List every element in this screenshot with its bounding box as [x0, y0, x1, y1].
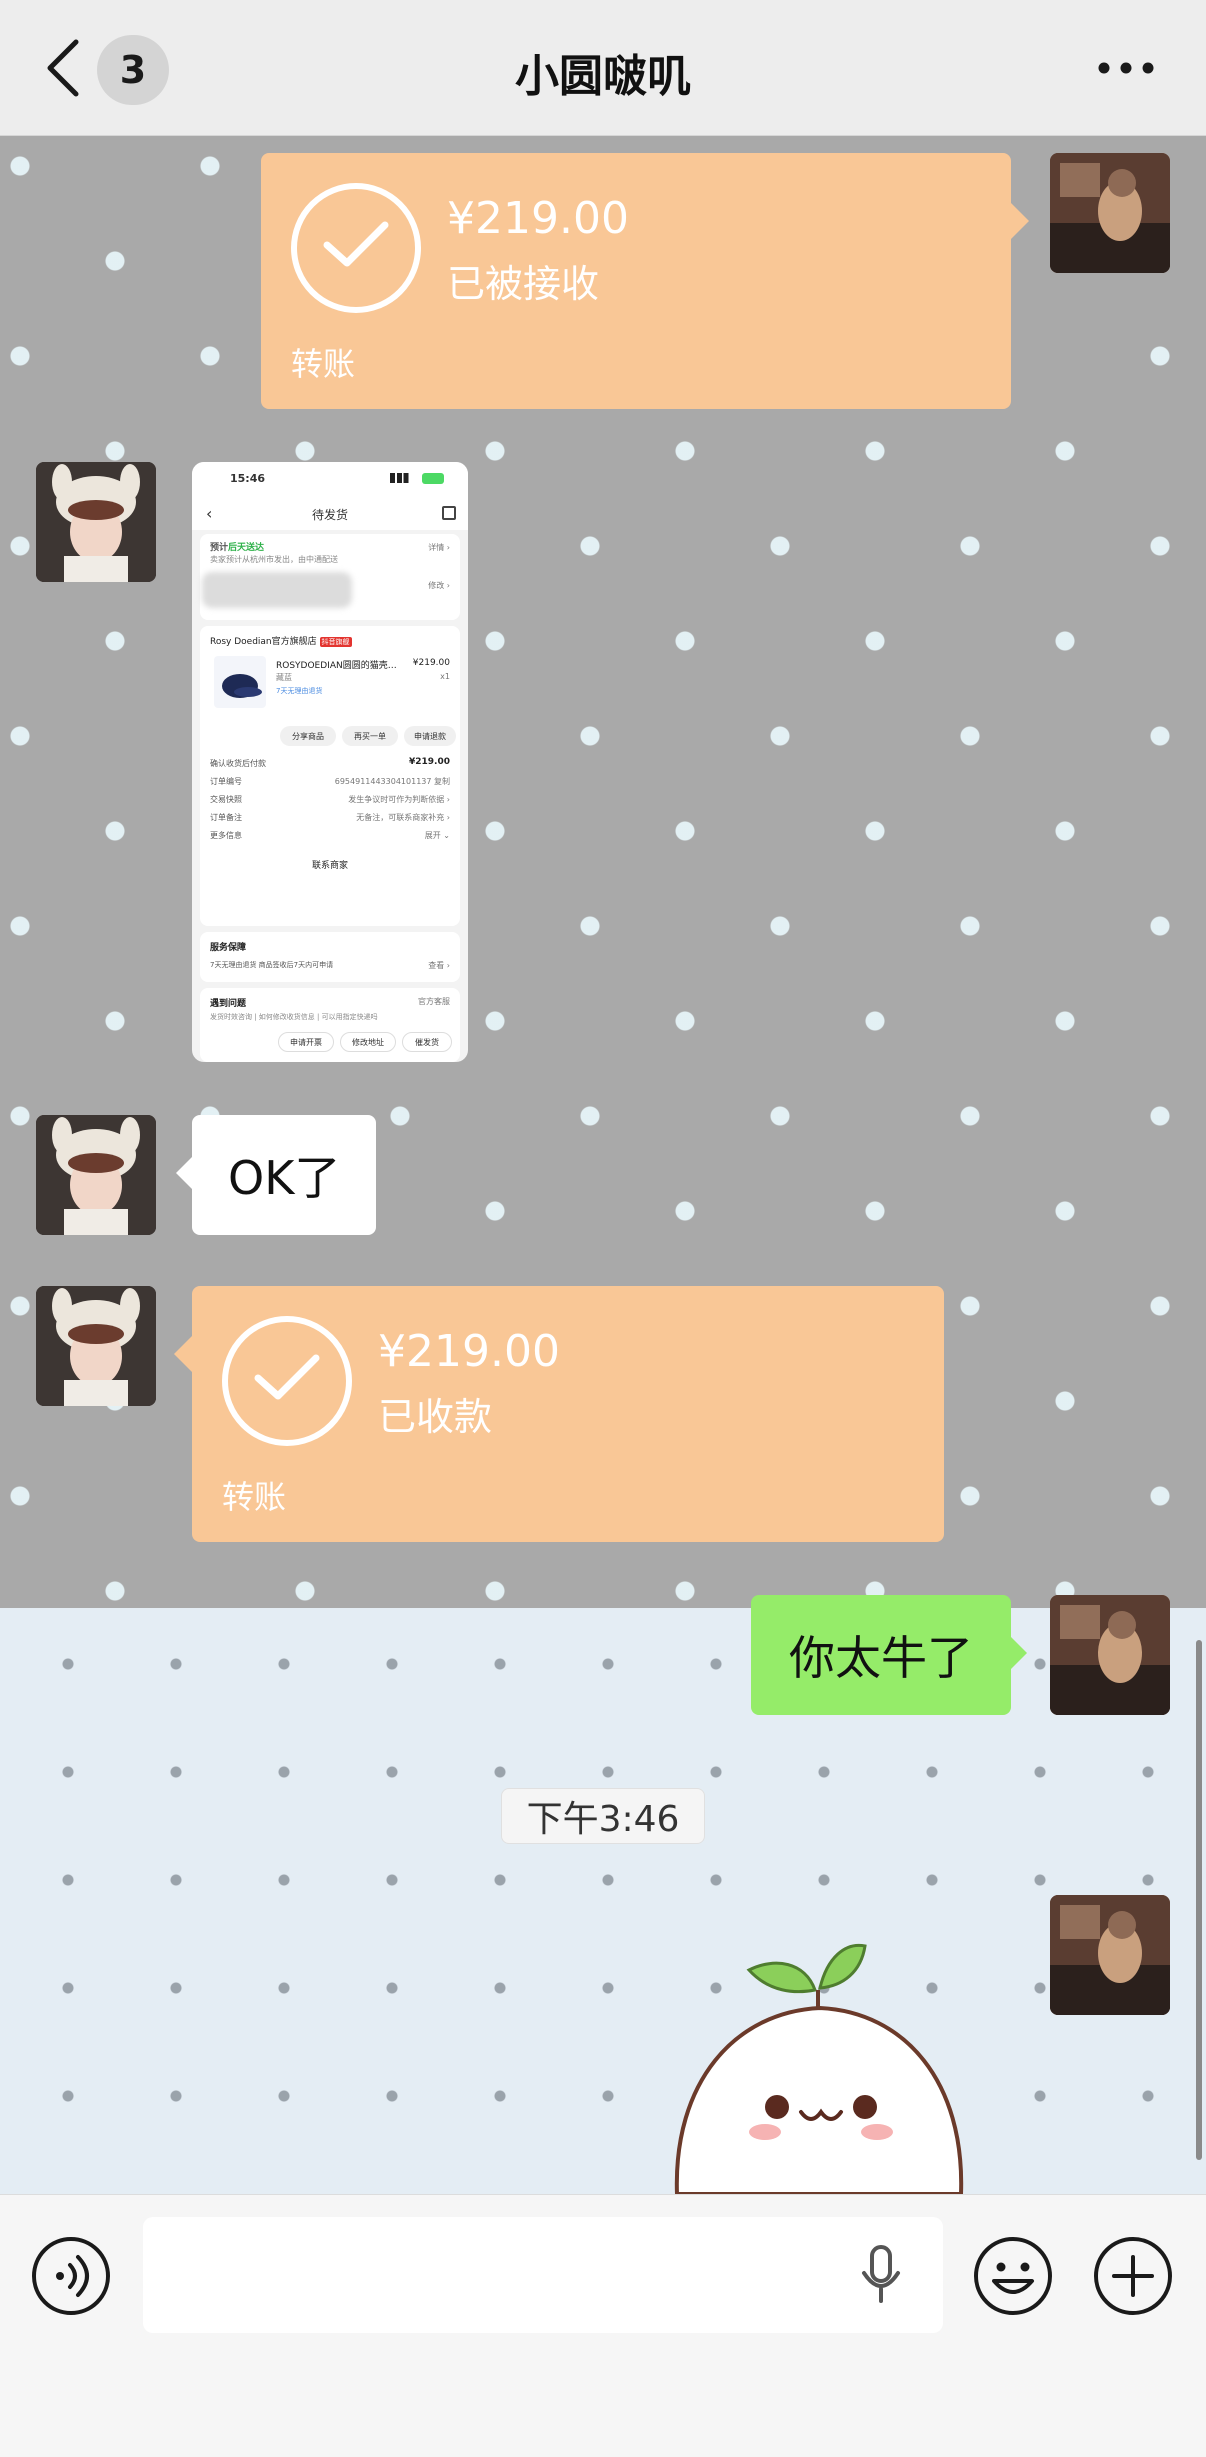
- plus-icon[interactable]: [1092, 2235, 1174, 2317]
- voice-icon[interactable]: [30, 2235, 112, 2317]
- service-line: 7天无理由退货 商品签收后7天内可申请: [210, 961, 334, 969]
- share-product-button: 分享商品: [280, 726, 336, 746]
- mic-icon[interactable]: [859, 2245, 903, 2305]
- blurred-address: [202, 572, 352, 608]
- order-value: 6954911443304101137 复制: [334, 777, 450, 786]
- my-avatar[interactable]: [1050, 1895, 1170, 2015]
- transfer-label: 转账: [222, 1478, 287, 1516]
- eta-detail-link: 详情 ›: [428, 543, 450, 552]
- transfer-received-bubble[interactable]: ¥219.00 已收款 转账: [174, 1286, 944, 1542]
- trade-label: 交易快照: [210, 795, 242, 804]
- chat-background-dots: [0, 1608, 1206, 2194]
- trade-value: 发生争议时可作为判断依据 ›: [348, 795, 450, 804]
- modify-address-button: 修改地址: [340, 1032, 396, 1052]
- message-timestamp: 下午3:46: [501, 1788, 705, 1844]
- issue-link: 官方客服: [418, 997, 450, 1006]
- input-bar: [0, 2194, 1206, 2457]
- more-info-label: 更多信息: [210, 831, 242, 840]
- order-label: 订单编号: [210, 777, 242, 786]
- more-info-value: 展开 ⌄: [424, 831, 450, 840]
- message-bubble-ok[interactable]: OK了: [175, 1115, 377, 1235]
- product-name: ROSYDOEDIAN圆圆的猫壳…: [276, 661, 397, 671]
- issue-title: 遇到问题: [210, 999, 247, 1009]
- paid-label: 确认收货后付款: [210, 759, 266, 768]
- my-avatar[interactable]: [1050, 153, 1170, 273]
- modify-link: 修改 ›: [428, 581, 450, 590]
- chat-header: 3 小圆啵叽: [0, 0, 1206, 136]
- emoji-icon[interactable]: [972, 2235, 1054, 2317]
- product-qty: x1: [440, 672, 450, 681]
- remark-value: 无备注，可联系商家补充 ›: [356, 813, 450, 822]
- remark-label: 订单备注: [210, 813, 242, 822]
- rebuy-button: 再买一单: [342, 726, 398, 746]
- transfer-status: 已收款: [378, 1395, 493, 1439]
- more-dots-icon[interactable]: [1096, 60, 1156, 76]
- issue-items: 发货时效咨询 | 如何修改收货信息 | 可以用指定快递吗: [210, 1013, 378, 1021]
- grid-icon: [442, 506, 456, 520]
- screenshot-issue-card: 遇到问题 官方客服 发货时效咨询 | 如何修改收货信息 | 可以用指定快递吗 申…: [200, 988, 460, 1062]
- eta-sub: 卖家预计从杭州市发出，由中通配送: [210, 555, 338, 564]
- transfer-label: 转账: [291, 345, 356, 383]
- screenshot-nav-title: 待发货: [311, 508, 348, 522]
- product-thumbnail: [214, 656, 266, 708]
- paid-value: ¥219.00: [409, 757, 450, 767]
- screenshot-status-bar: 15:46: [192, 462, 468, 496]
- service-title: 服务保障: [210, 943, 247, 953]
- check-circle-icon: [222, 1316, 352, 1446]
- screenshot-order-card: Rosy Doedian官方旗舰店 抖音旗舰 ROSYDOEDIAN圆圆的猫壳……: [200, 626, 460, 926]
- shop-name: Rosy Doedian官方旗舰店: [210, 637, 317, 647]
- my-avatar[interactable]: [1050, 1595, 1170, 1715]
- transfer-sent-bubble[interactable]: ¥219.00 已被接收 转账: [261, 153, 1029, 409]
- screenshot-service-card: 服务保障 7天无理由退货 商品签收后7天内可申请 查看 ›: [200, 932, 460, 982]
- contact-avatar[interactable]: [36, 1115, 156, 1235]
- urge-shipping-button: 催发货: [402, 1032, 452, 1052]
- transfer-amount: ¥219.00: [378, 1326, 560, 1377]
- check-circle-icon: [291, 183, 421, 313]
- battery-icon: [422, 473, 444, 484]
- invoice-button: 申请开票: [278, 1032, 334, 1052]
- service-link: 查看 ›: [428, 961, 450, 970]
- screenshot-nav: ‹ 待发货: [192, 496, 468, 530]
- message-bubble-reply[interactable]: 你太牛了: [751, 1595, 1027, 1715]
- transfer-amount: ¥219.00: [447, 193, 629, 244]
- contact-avatar[interactable]: [36, 1286, 156, 1406]
- eta-highlight: 后天送达: [228, 543, 265, 553]
- product-service: 7天无理由退货: [276, 687, 323, 695]
- chat-title: 小圆啵叽: [515, 51, 691, 102]
- contact-seller: 联系商家: [311, 861, 348, 871]
- message-input[interactable]: [143, 2217, 943, 2333]
- screenshot-time: 15:46: [230, 472, 266, 485]
- eta-prefix: 预计: [210, 543, 229, 553]
- signal-icon: [390, 473, 416, 483]
- contact-avatar[interactable]: [36, 462, 156, 582]
- screenshot-eta-card: 预计后天送达 详情 › 卖家预计从杭州市发出，由中通配送 修改 ›: [200, 534, 460, 620]
- scrollbar[interactable]: [1196, 1640, 1202, 2160]
- sticker-bun-icon[interactable]: [665, 1912, 975, 2194]
- refund-button: 申请退款: [404, 726, 456, 746]
- order-screenshot-image[interactable]: 15:46 ‹ 待发货 预计后天送达 详情 › 卖家预计从杭州市发出，由中通配送…: [192, 462, 468, 1062]
- transfer-status: 已被接收: [447, 262, 600, 306]
- product-price: ¥219.00: [412, 658, 450, 668]
- shop-tag: 抖音旗舰: [319, 637, 352, 647]
- product-color: 藏蓝: [276, 673, 292, 682]
